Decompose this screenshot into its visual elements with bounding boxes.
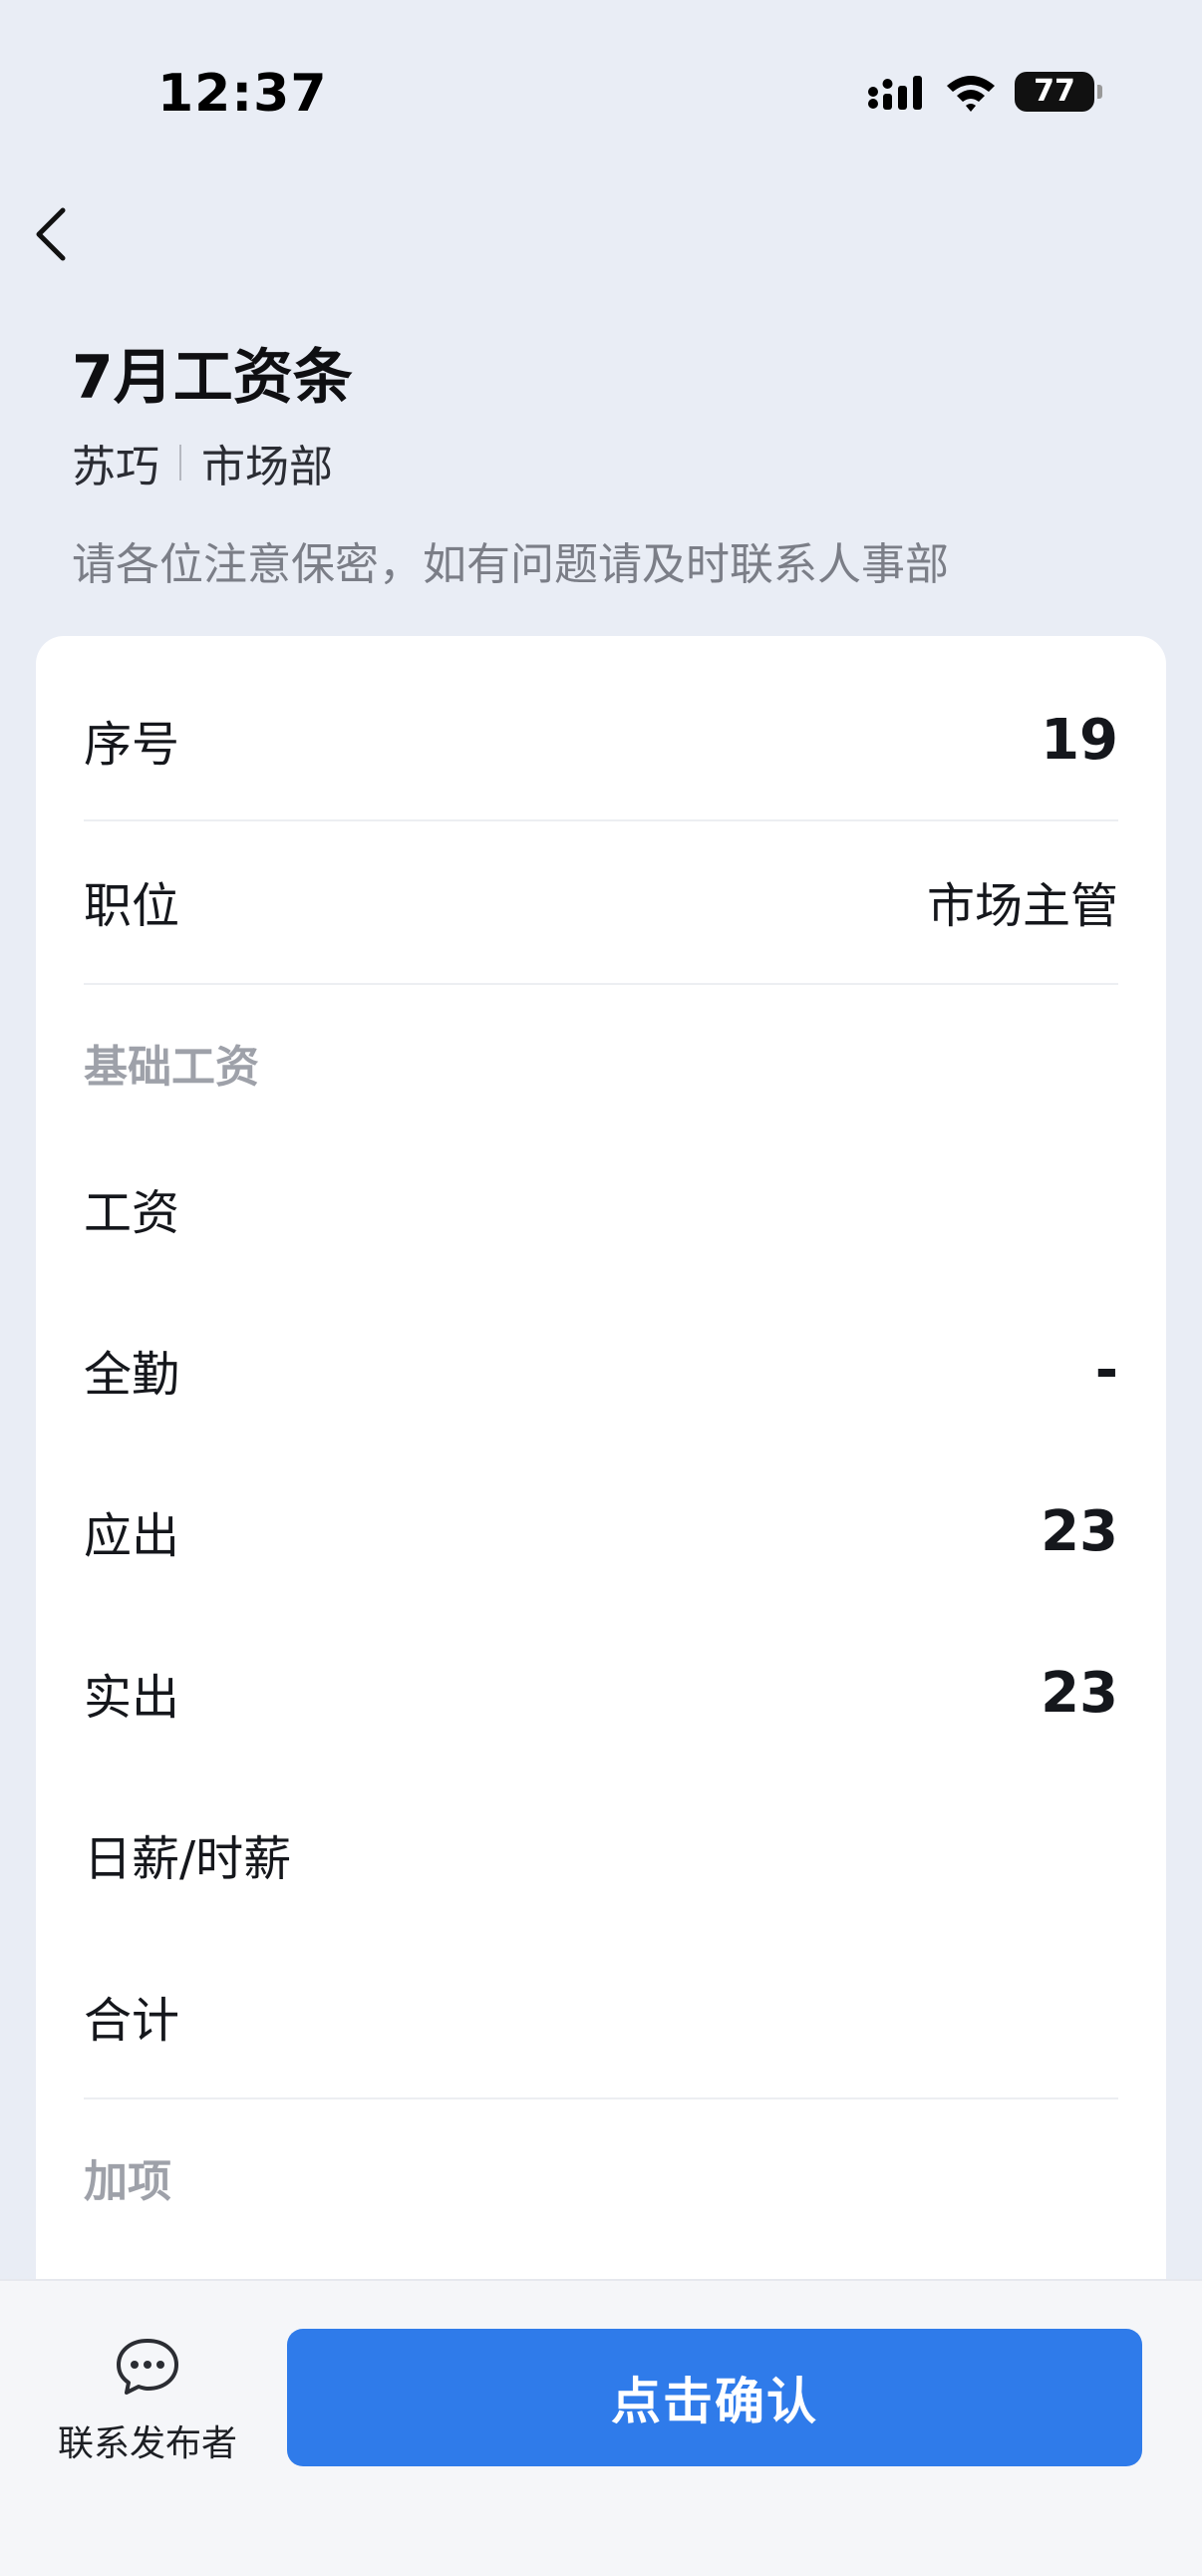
status-bar: 12:37 77	[0, 0, 1202, 179]
row-position: 职位 市场主管	[84, 821, 1118, 981]
row-required-days: 应出 23	[84, 1451, 1118, 1611]
row-divider	[84, 2097, 1118, 2099]
back-chevron-icon	[36, 207, 66, 261]
payslip-card: 序号 19 职位 市场主管 基础工资 工资 全勤 - 应出 23 实出 23 日…	[36, 636, 1166, 2381]
row-label: 序号	[84, 717, 180, 773]
row-value: 23	[1041, 1498, 1118, 1564]
row-value: 19	[1041, 707, 1118, 773]
back-button[interactable]	[16, 199, 86, 269]
page-title: 7月工资条	[72, 343, 353, 413]
row-divider	[84, 983, 1118, 985]
employee-department: 市场部	[201, 442, 333, 492]
section-basic-salary: 基础工资	[84, 1042, 259, 1093]
row-label: 实出	[84, 1670, 180, 1726]
info-divider	[179, 445, 181, 481]
row-daily-hourly-rate: 日薪/时薪	[84, 1774, 1118, 1934]
confirm-button[interactable]: 点击确认	[287, 2329, 1142, 2466]
row-serial: 序号 19	[84, 660, 1118, 819]
bottom-action-bar: 联系发布者 点击确认	[0, 2279, 1202, 2576]
employee-info: 苏巧 市场部	[72, 431, 333, 494]
row-label: 日薪/时薪	[84, 1831, 292, 1887]
row-label: 应出	[84, 1508, 180, 1564]
contact-publisher-button[interactable]: 联系发布者	[48, 2337, 247, 2466]
row-label: 职位	[84, 878, 180, 934]
signal-icon	[868, 76, 922, 110]
employee-name: 苏巧	[72, 442, 159, 492]
row-attendance-bonus: 全勤 -	[84, 1290, 1118, 1449]
row-value: 市场主管	[926, 878, 1118, 934]
row-value: 23	[1041, 1660, 1118, 1726]
row-salary: 工资	[84, 1128, 1118, 1288]
battery-icon: 77	[1015, 72, 1102, 112]
wifi-icon	[947, 76, 995, 112]
battery-level: 77	[1034, 74, 1075, 109]
status-time: 12:37	[157, 64, 328, 124]
row-label: 全勤	[84, 1347, 180, 1403]
row-value: -	[1094, 1337, 1118, 1403]
contact-label: 联系发布者	[57, 2423, 237, 2464]
status-icons: 77	[867, 72, 1102, 112]
section-additions: 加项	[84, 2156, 171, 2207]
chat-bubble-icon	[117, 2339, 178, 2395]
row-label: 合计	[84, 1993, 180, 2049]
row-total: 合计	[84, 1936, 1118, 2095]
notice-text: 请各位注意保密，如有问题请及时联系人事部	[72, 539, 949, 590]
row-label: 工资	[84, 1185, 180, 1241]
row-actual-days: 实出 23	[84, 1613, 1118, 1772]
